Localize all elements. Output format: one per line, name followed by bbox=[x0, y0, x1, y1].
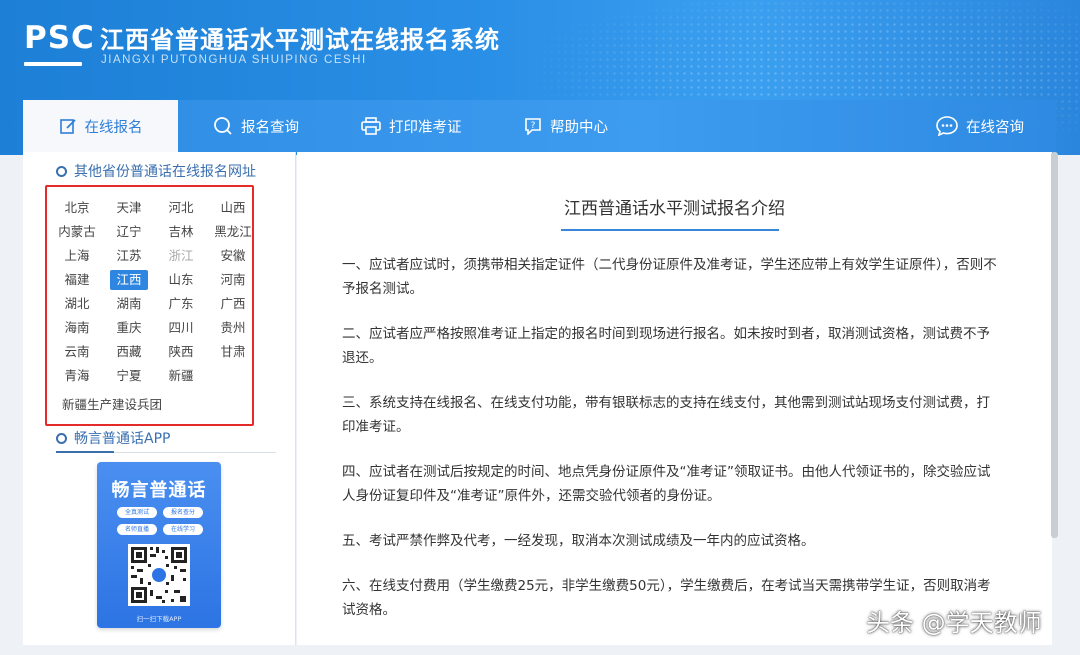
chat-icon bbox=[936, 116, 958, 136]
main-nav: 在线报名 报名查询 打印准考证 ? 帮助中心 在线咨询 bbox=[23, 100, 1056, 152]
province-link[interactable]: 新疆 bbox=[162, 366, 200, 386]
app-heading-underline bbox=[56, 451, 276, 453]
sidebar: 其他省份普通话在线报名网址 北京 天津 河北 山西 内蒙古 辽宁 吉林 黑龙江 … bbox=[23, 152, 296, 645]
province-link-disabled: 浙江 bbox=[168, 248, 194, 263]
nav-label: 报名查询 bbox=[241, 119, 299, 136]
intro-paragraph: 五、考试严禁作弊及代考，一经发现，取消本次测试成绩及一年内的应试资格。 bbox=[342, 533, 815, 549]
provinces-heading: 其他省份普通话在线报名网址 bbox=[56, 161, 256, 181]
psc-logo[interactable]: PSC bbox=[24, 20, 95, 66]
watermark: 头条 @学天教师 bbox=[866, 609, 1042, 637]
province-link[interactable]: 四川 bbox=[162, 318, 200, 338]
province-link[interactable]: 黑龙江 bbox=[214, 222, 252, 242]
printer-icon bbox=[361, 117, 381, 135]
app-feature-chip: 名师直播 bbox=[117, 524, 157, 535]
province-link[interactable]: 陕西 bbox=[162, 342, 200, 362]
help-icon: ? bbox=[525, 118, 541, 135]
title-underline bbox=[561, 229, 779, 231]
app-heading-text: 畅言普通话APP bbox=[74, 431, 171, 447]
province-link[interactable]: 天津 bbox=[110, 198, 148, 218]
page-title: 江西普通话水平测试报名介绍 bbox=[564, 199, 785, 219]
intro-paragraph: 四、应试者在测试后按规定的时间、地点凭身份证原件及“准考证”领取证书。由他人代领… bbox=[342, 464, 991, 504]
nav-label: 在线咨询 bbox=[966, 119, 1024, 136]
main-content: 江西普通话水平测试报名介绍 一、应试者应试时，须携带相关指定证件（二代身份证原件… bbox=[297, 152, 1052, 645]
nav-label: 打印准考证 bbox=[389, 119, 462, 136]
province-link[interactable]: 广西 bbox=[214, 294, 252, 314]
nav-help-center[interactable]: ? 帮助中心 bbox=[524, 100, 608, 152]
app-title: 畅言普通话 bbox=[111, 480, 207, 501]
intro-paragraph: 三、系统支持在线报名、在线支付功能，带有银联标志的支持在线支付，其他需到测试站现… bbox=[342, 395, 990, 435]
intro-paragraph: 一、应试者应试时，须携带相关指定证件（二代身份证原件及准考证，学生还应带上有效学… bbox=[342, 257, 997, 297]
qr-caption: 扫一扫下载APP bbox=[136, 615, 182, 623]
nav-online-register[interactable]: 在线报名 bbox=[23, 100, 178, 152]
logo-text: PSC bbox=[24, 20, 95, 56]
province-link[interactable]: 青海 bbox=[58, 366, 96, 386]
circle-bullet-icon bbox=[56, 165, 67, 177]
svg-text:?: ? bbox=[531, 121, 536, 131]
app-feature-chip: 报名查分 bbox=[163, 507, 203, 518]
province-link-bingtuan[interactable]: 新疆生产建设兵团 bbox=[62, 395, 162, 415]
province-link[interactable]: 贵州 bbox=[214, 318, 252, 338]
search-icon bbox=[214, 117, 232, 135]
app-feature-chip: 在线学习 bbox=[163, 524, 203, 535]
province-link[interactable]: 西藏 bbox=[110, 342, 148, 362]
app-heading: 畅言普通话APP bbox=[56, 428, 170, 448]
nav-label: 在线报名 bbox=[84, 119, 143, 136]
province-link[interactable]: 山西 bbox=[214, 198, 252, 218]
app-download-card[interactable]: 畅言普通话 全真测试 报名查分 名师直播 在线学习 扫一扫下载APP bbox=[97, 462, 221, 628]
vertical-scrollbar[interactable] bbox=[1051, 152, 1058, 538]
province-link[interactable]: 河南 bbox=[214, 270, 252, 290]
province-link-selected[interactable]: 江西 bbox=[110, 270, 148, 290]
province-link[interactable]: 安徽 bbox=[214, 246, 252, 266]
circle-bullet-icon bbox=[56, 432, 67, 444]
province-link[interactable]: 辽宁 bbox=[110, 222, 148, 242]
province-list-highlight: 北京 天津 河北 山西 内蒙古 辽宁 吉林 黑龙江 上海 江苏 浙江 安徽 福建… bbox=[45, 185, 254, 426]
province-link[interactable]: 河北 bbox=[162, 198, 200, 218]
province-link[interactable]: 重庆 bbox=[110, 318, 148, 338]
province-link[interactable]: 云南 bbox=[58, 342, 96, 362]
province-link[interactable]: 甘肃 bbox=[214, 342, 252, 362]
site-title: 江西省普通话水平测试在线报名系统 bbox=[100, 26, 500, 54]
province-link[interactable]: 广东 bbox=[162, 294, 200, 314]
province-link[interactable]: 湖南 bbox=[110, 294, 148, 314]
provinces-heading-text: 其他省份普通话在线报名网址 bbox=[74, 164, 256, 180]
province-link[interactable]: 湖北 bbox=[58, 294, 96, 314]
intro-paragraph: 二、应试者应严格按照准考证上指定的报名时间到现场进行报名。如未按时到者，取消测试… bbox=[342, 326, 990, 366]
nav-label: 帮助中心 bbox=[550, 119, 608, 136]
province-link[interactable]: 山东 bbox=[162, 270, 200, 290]
province-link[interactable]: 北京 bbox=[58, 198, 96, 218]
province-link[interactable]: 上海 bbox=[58, 246, 96, 266]
logo-underline bbox=[24, 62, 82, 66]
nav-register-query[interactable]: 报名查询 bbox=[213, 100, 299, 152]
nav-print-ticket[interactable]: 打印准考证 bbox=[361, 100, 462, 152]
province-link[interactable]: 福建 bbox=[58, 270, 96, 290]
app-feature-chip: 全真测试 bbox=[117, 507, 157, 518]
qr-code-icon bbox=[128, 544, 190, 606]
province-link[interactable]: 内蒙古 bbox=[58, 222, 96, 242]
nav-online-consult[interactable]: 在线咨询 bbox=[936, 100, 1024, 152]
province-link[interactable]: 海南 bbox=[58, 318, 96, 338]
site-subtitle: JIANGXI PUTONGHUA SHUIPING CESHI bbox=[101, 54, 367, 66]
edit-icon bbox=[59, 119, 76, 134]
qr-code[interactable] bbox=[128, 544, 190, 606]
province-link[interactable]: 宁夏 bbox=[110, 366, 148, 386]
province-link[interactable]: 江苏 bbox=[110, 246, 148, 266]
province-link[interactable]: 吉林 bbox=[162, 222, 200, 242]
